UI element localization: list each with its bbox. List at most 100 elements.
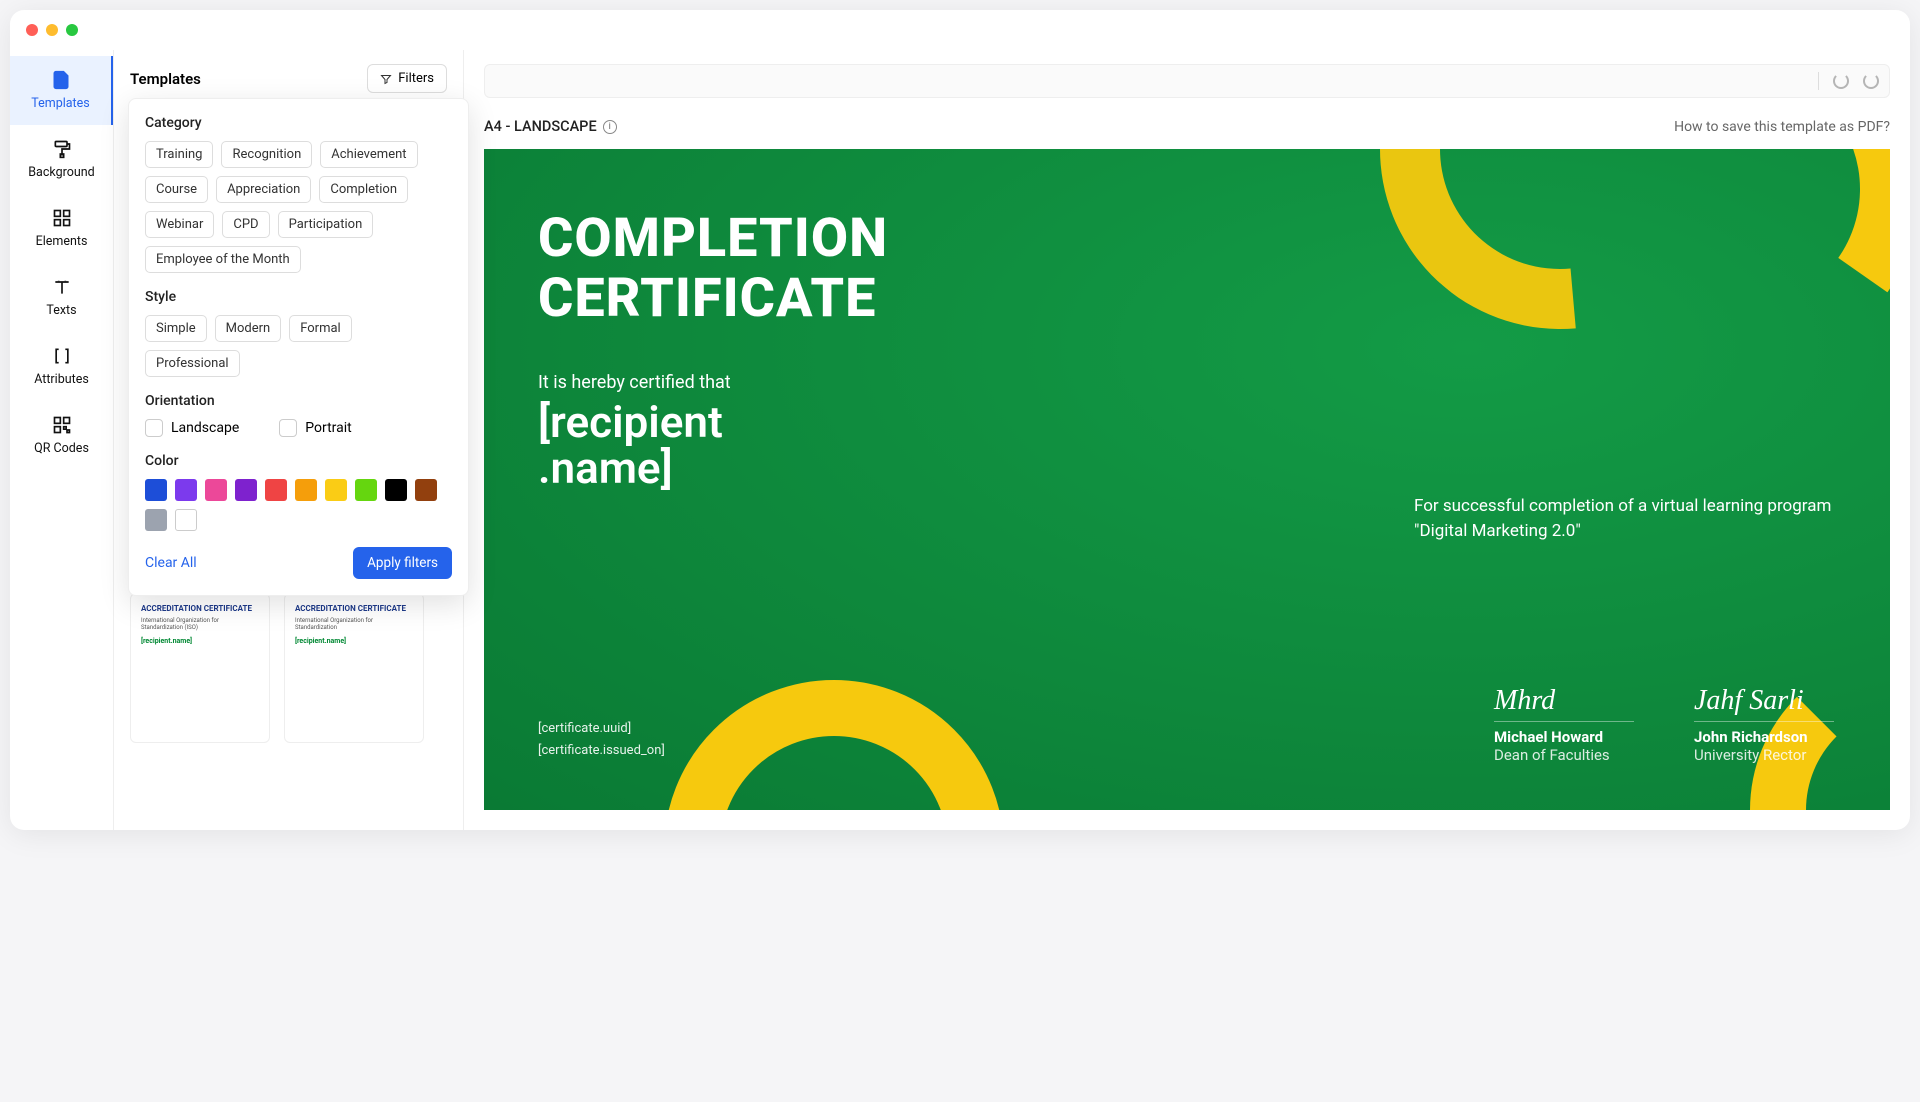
filter-icon <box>380 73 392 85</box>
signature-scribble: Jahf Sarli <box>1694 685 1834 722</box>
category-chip[interactable]: Appreciation <box>216 176 311 203</box>
sidebar-nav: Templates Background Elements Texts Attr… <box>10 50 114 830</box>
apply-filters-button[interactable]: Apply filters <box>353 547 452 579</box>
color-swatch[interactable] <box>295 479 317 501</box>
text-icon <box>52 277 72 297</box>
category-chip[interactable]: Achievement <box>320 141 417 168</box>
orientation-portrait-label: Portrait <box>305 420 351 436</box>
style-chip-group: Simple Modern Formal Professional <box>145 315 452 377</box>
style-chip[interactable]: Simple <box>145 315 207 342</box>
color-swatch[interactable] <box>355 479 377 501</box>
nav-templates[interactable]: Templates <box>10 56 113 125</box>
template-thumbnails: ACCREDITATION CERTIFICATE International … <box>130 593 447 743</box>
thumb-title: ACCREDITATION CERTIFICATE <box>141 604 259 613</box>
category-chip[interactable]: Course <box>145 176 208 203</box>
nav-label: QR Codes <box>34 441 89 456</box>
qr-icon <box>52 415 72 435</box>
info-icon[interactable]: i <box>603 120 617 134</box>
color-swatch[interactable] <box>145 509 167 531</box>
category-chip[interactable]: Training <box>145 141 213 168</box>
nav-attributes[interactable]: Attributes <box>10 332 113 401</box>
style-chip[interactable]: Professional <box>145 350 240 377</box>
cert-title-line2: CERTIFICATE <box>538 267 876 330</box>
cert-meta[interactable]: [certificate.uuid] [certificate.issued_o… <box>538 718 665 762</box>
template-thumb[interactable]: ACCREDITATION CERTIFICATE International … <box>284 593 424 743</box>
cert-intro[interactable]: It is hereby certified that <box>538 372 1836 393</box>
file-icon <box>51 70 71 90</box>
nav-label: Templates <box>31 96 89 111</box>
thumb-subtitle: International Organization for Standardi… <box>141 617 259 631</box>
orientation-portrait-option[interactable]: Portrait <box>279 419 351 437</box>
canvas-toolbar <box>484 64 1890 98</box>
signature-name: John Richardson <box>1694 728 1834 746</box>
redo-icon[interactable] <box>1863 73 1879 89</box>
category-chip[interactable]: Employee of the Month <box>145 246 301 273</box>
nav-texts[interactable]: Texts <box>10 263 113 332</box>
category-chip[interactable]: Recognition <box>221 141 312 168</box>
signature-role: University Rector <box>1694 746 1834 764</box>
thumb-recipient: [recipient.name] <box>295 637 413 645</box>
nav-qrcodes[interactable]: QR Codes <box>10 401 113 470</box>
minimize-dot[interactable] <box>46 24 58 36</box>
signature-name: Michael Howard <box>1494 728 1634 746</box>
color-swatch[interactable] <box>415 479 437 501</box>
templates-panel: Templates Filters Category Training Recog… <box>114 50 464 830</box>
color-swatch[interactable] <box>235 479 257 501</box>
signature-role: Dean of Faculties <box>1494 746 1634 764</box>
nav-label: Elements <box>36 234 88 249</box>
thumb-subtitle: International Organization for Standardi… <box>295 617 413 631</box>
decorative-shape <box>1531 149 1890 398</box>
color-swatch[interactable] <box>175 509 197 531</box>
filters-popover: Category Training Recognition Achievement C… <box>128 98 469 596</box>
color-swatch[interactable] <box>175 479 197 501</box>
thumb-title: ACCREDITATION CERTIFICATE <box>295 604 413 613</box>
cert-recipient[interactable]: [recipient .name] <box>538 399 858 491</box>
brackets-icon <box>52 346 72 366</box>
color-swatch[interactable] <box>385 479 407 501</box>
orientation-landscape-option[interactable]: Landscape <box>145 419 239 437</box>
cert-uuid: [certificate.uuid] <box>538 718 665 740</box>
color-heading: Color <box>145 453 452 469</box>
canvas-area: A4 - LANDSCAPE i How to save this templa… <box>464 50 1910 830</box>
nav-background[interactable]: Background <box>10 125 113 194</box>
style-chip[interactable]: Formal <box>289 315 352 342</box>
cert-description[interactable]: For successful completion of a virtual l… <box>1414 494 1834 543</box>
cert-title-line1: COMPLETION <box>538 207 888 270</box>
decorative-shape <box>664 680 1004 810</box>
category-chip[interactable]: Webinar <box>145 211 214 238</box>
category-chip[interactable]: Participation <box>278 211 374 238</box>
paint-roller-icon <box>52 139 72 159</box>
help-link[interactable]: How to save this template as PDF? <box>1674 119 1890 135</box>
toolbar-divider <box>1818 72 1819 90</box>
thumb-recipient: [recipient.name] <box>141 637 259 645</box>
checkbox-icon <box>145 419 163 437</box>
canvas-size-label: A4 - LANDSCAPE i <box>484 118 617 135</box>
style-heading: Style <box>145 289 452 305</box>
clear-all-link[interactable]: Clear All <box>145 555 197 571</box>
color-swatch[interactable] <box>205 479 227 501</box>
nav-label: Background <box>28 165 94 180</box>
style-chip[interactable]: Modern <box>215 315 282 342</box>
panel-title: Templates <box>130 70 201 88</box>
nav-label: Attributes <box>34 372 89 387</box>
nav-elements[interactable]: Elements <box>10 194 113 263</box>
signature-block[interactable]: Mhrd Michael Howard Dean of Faculties <box>1494 685 1634 764</box>
signature-block[interactable]: Jahf Sarli John Richardson University Re… <box>1694 685 1834 764</box>
category-chip[interactable]: Completion <box>319 176 408 203</box>
certificate-canvas[interactable]: COMPLETION CERTIFICATE It is hereby cert… <box>484 149 1890 810</box>
filters-button[interactable]: Filters <box>367 64 447 93</box>
color-swatch[interactable] <box>145 479 167 501</box>
category-chip-group: Training Recognition Achievement Course Appr… <box>145 141 452 273</box>
app-window: Templates Background Elements Texts Attr… <box>10 10 1910 830</box>
category-heading: Category <box>145 115 452 131</box>
color-swatch[interactable] <box>265 479 287 501</box>
color-swatch[interactable] <box>325 479 347 501</box>
undo-icon[interactable] <box>1833 73 1849 89</box>
close-dot[interactable] <box>26 24 38 36</box>
maximize-dot[interactable] <box>66 24 78 36</box>
category-chip[interactable]: CPD <box>222 211 269 238</box>
template-thumb[interactable]: ACCREDITATION CERTIFICATE International … <box>130 593 270 743</box>
cert-signatures: Mhrd Michael Howard Dean of Faculties Ja… <box>1494 685 1834 764</box>
nav-label: Texts <box>46 303 76 318</box>
checkbox-icon <box>279 419 297 437</box>
